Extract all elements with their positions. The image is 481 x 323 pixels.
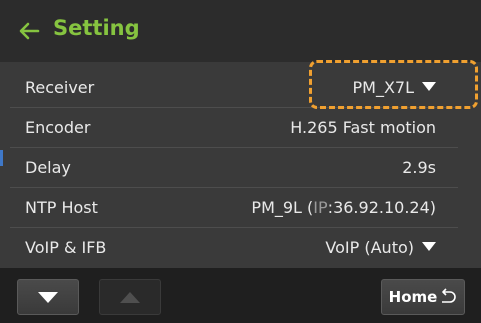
- voip-dropdown[interactable]: VoIP (Auto): [325, 238, 436, 257]
- arrow-left-icon[interactable]: [18, 20, 40, 42]
- setting-value: VoIP (Auto): [325, 238, 414, 257]
- setting-row-encoder[interactable]: Encoder H.265 Fast motion: [10, 108, 458, 148]
- setting-row-voip-ifb[interactable]: VoIP & IFB VoIP (Auto): [10, 228, 458, 268]
- setting-label: Receiver: [25, 78, 95, 97]
- receiver-highlight-box: [309, 60, 478, 109]
- left-edge-marker: [0, 150, 3, 166]
- scroll-up-button[interactable]: [99, 279, 161, 315]
- ntp-host-ip: :36.92.10.24): [327, 198, 436, 217]
- triangle-up-icon: [120, 291, 140, 303]
- setting-label: VoIP & IFB: [25, 238, 107, 257]
- setting-label: Delay: [25, 158, 71, 177]
- setting-label: NTP Host: [25, 198, 98, 217]
- header-bar: Setting: [0, 0, 481, 62]
- ntp-host-name: PM_9L (: [251, 198, 314, 217]
- setting-row-ntp-host[interactable]: NTP Host PM_9L (IP:36.92.10.24): [10, 188, 458, 228]
- home-label: Home: [388, 288, 438, 306]
- return-icon: [442, 288, 457, 303]
- scroll-down-button[interactable]: [17, 279, 79, 315]
- ip-label: IP: [313, 198, 328, 217]
- page-title: Setting: [53, 16, 140, 40]
- setting-value: 2.9s: [402, 158, 436, 177]
- setting-row-delay[interactable]: Delay 2.9s: [10, 148, 458, 188]
- setting-label: Encoder: [25, 118, 91, 137]
- setting-value: H.265 Fast motion: [290, 118, 436, 137]
- dropdown-caret-icon: [422, 242, 436, 251]
- ntp-host-value: PM_9L (IP:36.92.10.24): [251, 198, 436, 217]
- home-button[interactable]: Home: [381, 279, 465, 315]
- triangle-down-icon: [38, 291, 58, 303]
